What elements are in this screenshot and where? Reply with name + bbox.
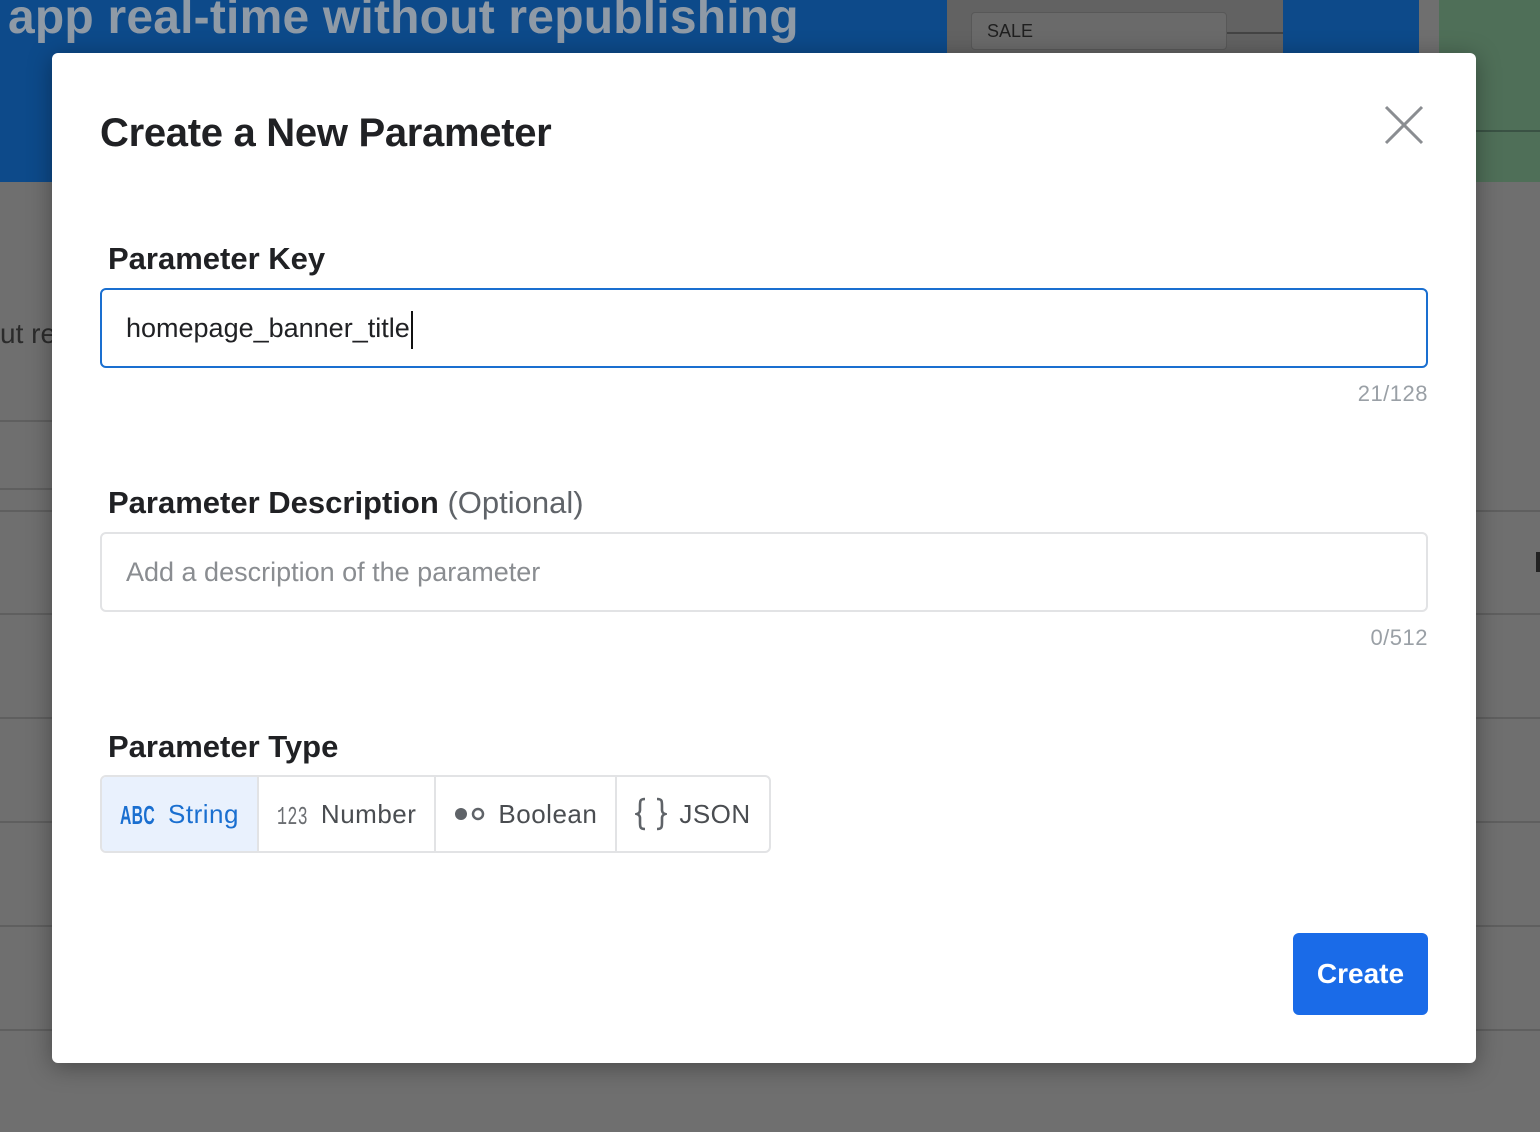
dialog-title: Create a New Parameter [100,111,552,155]
parameter-type-label: Parameter Type [108,729,339,764]
close-button[interactable] [1382,103,1426,147]
parameter-description-label: Parameter Description (Optional) [108,485,584,521]
background-row-divider [0,488,52,490]
background-row-divider [0,420,52,422]
background-row-divider [1476,1029,1540,1031]
text-caret [410,310,413,349]
close-icon [1384,105,1424,145]
parameter-key-text: homepage_banner_title [126,313,410,343]
type-option-boolean[interactable]: Boolean [436,777,618,851]
create-button[interactable]: Create [1293,933,1428,1015]
parameter-description-input[interactable]: Add a description of the parameter [100,532,1428,612]
svg-text:123: 123 [277,802,308,828]
abc-icon: ABC [120,800,156,828]
background-row-divider [0,613,52,615]
parameter-description-placeholder: Add a description of the parameter [126,557,541,587]
background-row-divider [1476,510,1540,512]
type-option-string[interactable]: ABC String [102,777,259,851]
parameter-type-selector: ABC String 123 Number Boolean JSON [100,775,771,853]
background-sale-field: SALE [971,12,1227,50]
background-row-divider [0,510,52,512]
background-green-divider [1476,130,1540,132]
svg-text:ABC: ABC [120,800,155,828]
background-row-divider [1476,925,1540,927]
background-row-divider [1476,613,1540,615]
type-option-json[interactable]: JSON [617,777,768,851]
parameter-key-input[interactable]: homepage_banner_title [100,288,1428,368]
optional-label: (Optional) [447,485,584,520]
background-partial-text: ut re [0,318,57,349]
parameter-key-label: Parameter Key [108,241,326,276]
type-option-label: Number [320,798,417,829]
background-sale-label: SALE [987,21,1034,41]
type-option-label: String [168,798,239,829]
type-option-label: Boolean [498,798,598,829]
background-row-divider [0,925,52,927]
parameter-description-label-text: Parameter Description [108,485,439,520]
background-hero-title: app real-time without republishing [8,0,799,44]
curly-braces-icon [635,797,668,831]
background-row-divider [1476,821,1540,823]
parameter-key-counter: 21/128 [1357,381,1428,406]
parameter-key-value: homepage_banner_title [126,290,413,366]
background-edge-mark [1536,552,1540,572]
background-row-divider [0,1029,52,1031]
type-option-label: JSON [679,798,751,829]
background-row-divider [1476,717,1540,719]
parameter-description-counter: 0/512 [1370,625,1428,650]
create-parameter-dialog: Create a New Parameter Parameter Key hom… [52,53,1476,1063]
123-icon: 123 [277,800,309,828]
type-option-number[interactable]: 123 Number [259,777,437,851]
background-row-divider [0,821,52,823]
background-row-divider [0,717,52,719]
toggle-icon [454,805,486,823]
